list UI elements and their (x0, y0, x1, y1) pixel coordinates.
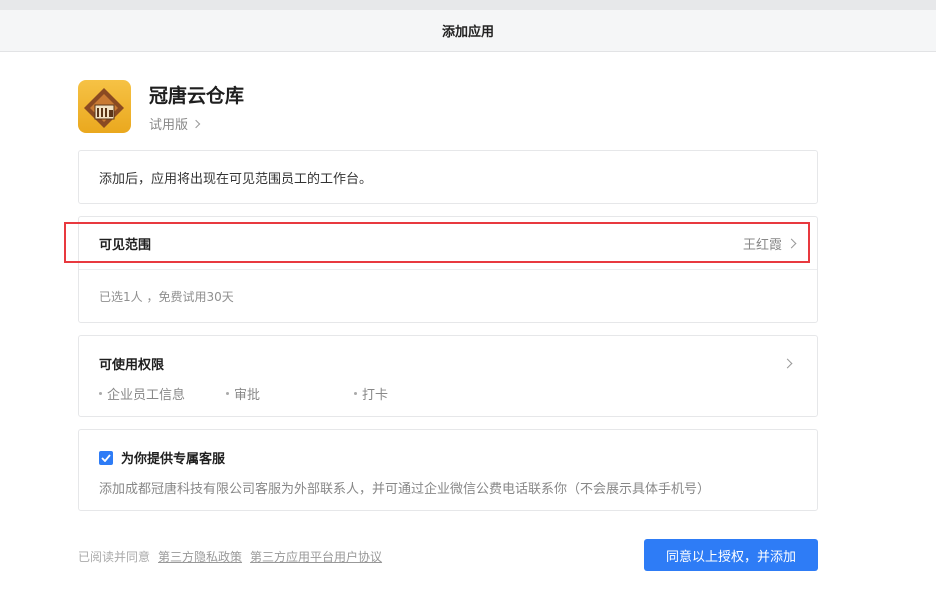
chevron-right-icon (191, 119, 201, 128)
agreement-notice: 已阅读并同意 第三方隐私政策 第三方应用平台用户协议 (78, 548, 382, 565)
intro-text: 添加后，应用将出现在可见范围员工的工作台。 (99, 171, 373, 187)
permission-item: 审批 (226, 384, 354, 403)
visibility-scope-row[interactable]: 可见范围 王红霞 (79, 217, 817, 270)
visibility-scope-title: 可见范围 (99, 237, 152, 253)
chevron-right-icon (782, 358, 793, 369)
dedicated-service-card: 为你提供专属客服 添加成都冠唐科技有限公司客服为外部联系人，并可通过企业微信公费… (78, 429, 818, 511)
permission-item: 打卡 (354, 384, 388, 403)
permission-item: 企业员工信息 (99, 384, 226, 403)
app-meta: 冠唐云仓库 试用版 (149, 84, 244, 133)
app-edition-label: 试用版 (149, 118, 189, 133)
permission-label: 审批 (234, 388, 261, 403)
app-edition-link[interactable]: 试用版 (149, 114, 244, 133)
permission-label: 企业员工信息 (107, 388, 186, 403)
user-agreement-link[interactable]: 第三方应用平台用户协议 (250, 548, 382, 565)
visibility-scope-card: 可见范围 王红霞 已选1人 ，免费试用30天 (78, 216, 818, 323)
agreement-prefix: 已阅读并同意 (78, 550, 151, 564)
app-name: 冠唐云仓库 (149, 85, 245, 107)
app-info: 冠唐云仓库 试用版 (78, 80, 244, 133)
bullet-icon (226, 392, 229, 395)
visibility-scope-note: 已选1人 ，免费试用30天 (99, 290, 234, 304)
visibility-scope-user: 王红霞 (742, 237, 782, 253)
window-top-strip (0, 0, 936, 10)
permissions-title: 可使用权限 (99, 358, 165, 373)
page-header: 添加应用 (0, 10, 936, 52)
agree-and-add-button[interactable]: 同意以上授权，并添加 (644, 539, 818, 571)
privacy-policy-link[interactable]: 第三方隐私政策 (158, 548, 242, 565)
bullet-icon (354, 392, 357, 395)
dedicated-service-checkbox[interactable] (99, 450, 113, 465)
check-icon (101, 453, 111, 462)
permissions-list: 企业员工信息 审批 打卡 (99, 384, 795, 403)
bullet-icon (99, 392, 102, 395)
app-logo-icon (78, 80, 131, 133)
visibility-scope-value: 王红霞 (742, 234, 797, 253)
chevron-right-icon (786, 238, 797, 248)
dedicated-service-header: 为你提供专属客服 (99, 448, 797, 467)
dedicated-service-title: 为你提供专属客服 (121, 452, 226, 467)
permission-label: 打卡 (362, 388, 389, 403)
dedicated-service-description: 添加成都冠唐科技有限公司客服为外部联系人，并可通过企业微信公费电话联系你（不会展… (99, 482, 711, 497)
intro-card: 添加后，应用将出现在可见范围员工的工作台。 (78, 150, 818, 204)
permissions-card[interactable]: 可使用权限 企业员工信息 审批 打卡 (78, 335, 818, 417)
page-title: 添加应用 (441, 25, 494, 40)
permissions-header: 可使用权限 (99, 354, 795, 373)
